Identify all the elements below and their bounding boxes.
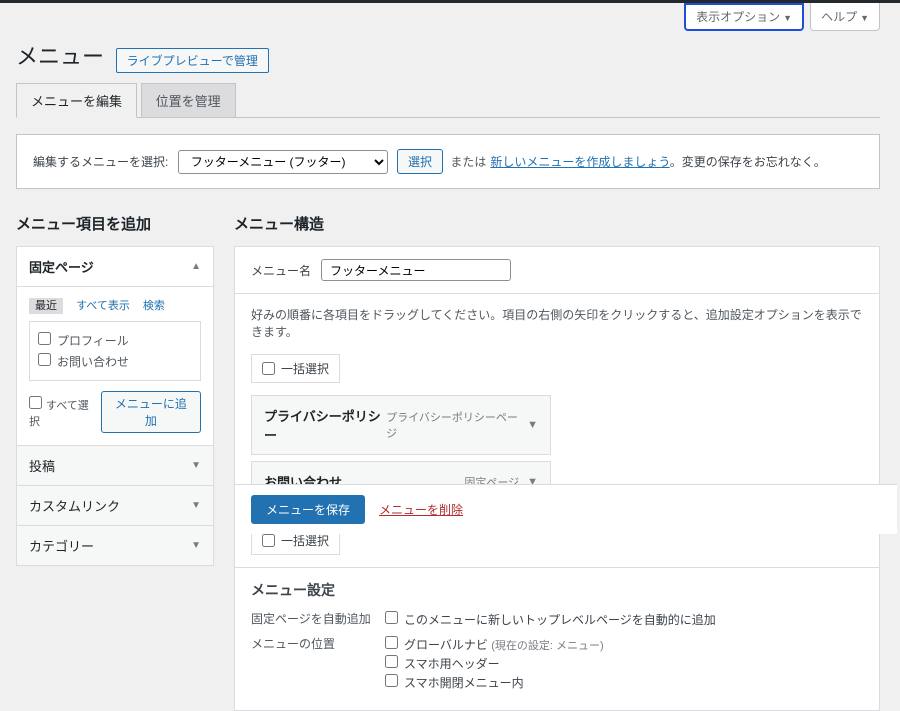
accordion-categories-head[interactable]: カテゴリー▼ — [17, 525, 213, 565]
page-list: プロフィール お問い合わせ — [29, 321, 201, 381]
menu-name-label: メニュー名 — [251, 262, 311, 279]
location-option[interactable]: スマホ開閉メニュー内 — [385, 673, 604, 692]
chevron-down-icon: ▼ — [191, 540, 201, 551]
page-title: メニュー — [16, 39, 104, 71]
menu-footer: メニューを保存 メニューを削除 — [235, 484, 897, 534]
chevron-down-icon[interactable]: ▼ — [527, 419, 538, 431]
accordion-posts-head[interactable]: 投稿▼ — [17, 445, 213, 485]
menu-instructions: 好みの順番に各項目をドラッグしてください。項目の右側の矢印をクリックすると、追加… — [235, 294, 879, 348]
page-item[interactable]: プロフィール — [38, 330, 192, 351]
location-checkbox[interactable] — [385, 655, 398, 668]
location-checkbox[interactable] — [385, 674, 398, 687]
auto-add-label: 固定ページを自動追加 — [251, 610, 385, 627]
pages-tab-all[interactable]: すべて表示 — [76, 300, 130, 312]
menu-settings-heading: メニュー設定 — [251, 580, 863, 600]
menu-item-type: プライバシーポリシーページ — [386, 409, 519, 441]
help-button[interactable]: ヘルプ▼ — [810, 3, 880, 31]
chevron-up-icon: ▲ — [191, 261, 201, 272]
location-checkbox[interactable] — [385, 636, 398, 649]
live-preview-button[interactable]: ライブプレビューで管理 — [116, 48, 269, 73]
add-to-menu-button[interactable]: メニューに追加 — [101, 391, 201, 433]
bulk-checkbox[interactable] — [262, 534, 275, 547]
add-items-accordion: 固定ページ▲ 最近 すべて表示 検索 プロフィール お問い合わせ すべて選択 メ… — [16, 246, 214, 566]
menu-edit-box: メニュー名 好みの順番に各項目をドラッグしてください。項目の右側の矢印をクリック… — [234, 246, 880, 711]
select-menu-button[interactable]: 選択 — [397, 149, 443, 174]
page-checkbox[interactable] — [38, 332, 51, 345]
select-all-pages[interactable]: すべて選択 — [29, 396, 95, 429]
or-text: または — [450, 155, 486, 169]
select-menu-label: 編集するメニューを選択: — [33, 155, 168, 169]
manage-menus-bar: 編集するメニューを選択: フッターメニュー (フッター) 選択 または新しいメニ… — [16, 134, 880, 189]
chevron-down-icon: ▼ — [191, 460, 201, 471]
tab-edit-menus[interactable]: メニューを編集 — [16, 83, 137, 118]
caret-down-icon: ▼ — [860, 13, 869, 23]
bulk-select-top[interactable]: 一括選択 — [251, 354, 340, 383]
pages-tab-search[interactable]: 検索 — [143, 300, 165, 312]
create-new-menu-link[interactable]: 新しいメニューを作成しましょう — [490, 155, 669, 169]
tab-manage-locations[interactable]: 位置を管理 — [141, 83, 236, 117]
delete-menu-link[interactable]: メニューを削除 — [379, 501, 463, 518]
menu-select[interactable]: フッターメニュー (フッター) — [178, 150, 388, 174]
auto-add-option[interactable]: このメニューに新しいトップレベルページを自動的に追加 — [385, 610, 716, 629]
location-option[interactable]: スマホ用ヘッダー — [385, 654, 604, 673]
nav-tabs: メニューを編集 位置を管理 — [16, 83, 880, 118]
menu-name-input[interactable] — [321, 259, 511, 281]
caret-down-icon: ▼ — [783, 13, 792, 23]
chevron-down-icon: ▼ — [191, 500, 201, 511]
save-menu-button[interactable]: メニューを保存 — [251, 495, 365, 524]
select-all-checkbox[interactable] — [29, 396, 42, 409]
menu-item-title: プライバシーポリシー — [264, 406, 386, 444]
pages-tab-recent[interactable]: 最近 — [29, 298, 63, 314]
bulk-checkbox[interactable] — [262, 362, 275, 375]
page-checkbox[interactable] — [38, 353, 51, 366]
screen-options-button[interactable]: 表示オプション▼ — [684, 3, 804, 31]
accordion-custom-links-head[interactable]: カスタムリンク▼ — [17, 485, 213, 525]
add-items-heading: メニュー項目を追加 — [16, 213, 214, 234]
structure-heading: メニュー構造 — [234, 213, 880, 234]
auto-add-checkbox[interactable] — [385, 611, 398, 624]
page-item[interactable]: お問い合わせ — [38, 351, 192, 372]
menu-item[interactable]: プライバシーポリシー プライバシーポリシーページ ▼ — [251, 395, 551, 455]
reminder-text: 。変更の保存をお忘れなく。 — [670, 155, 826, 169]
location-label: メニューの位置 — [251, 635, 385, 652]
accordion-pages-head[interactable]: 固定ページ▲ — [17, 247, 213, 287]
location-option[interactable]: グローバルナビ (現在の設定: メニュー) — [385, 635, 604, 654]
